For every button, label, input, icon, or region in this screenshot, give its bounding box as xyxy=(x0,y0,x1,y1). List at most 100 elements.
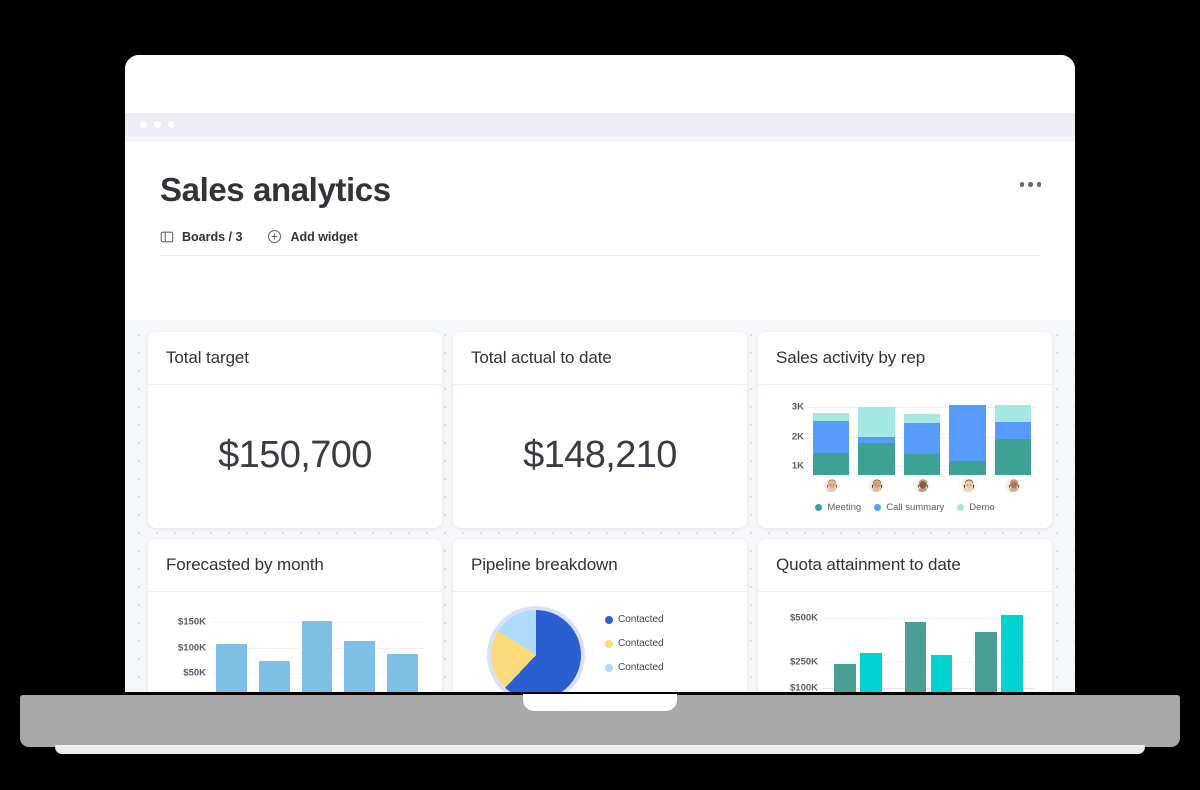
y-axis-tick: $100K xyxy=(178,642,206,654)
widget-total-actual-to-date[interactable]: Total actual to date $148,210 xyxy=(453,332,747,528)
legend-item[interactable]: Contacted xyxy=(605,638,664,649)
pie-graphic xyxy=(487,606,585,692)
more-dot-icon xyxy=(1028,182,1033,187)
stacked-bar[interactable] xyxy=(903,414,941,475)
dashboard-canvas: Total target $150,700 Total actual to da… xyxy=(125,320,1075,692)
subnav: Boards / 3 Add widget xyxy=(160,229,1040,257)
total-target-value: $150,700 xyxy=(218,434,372,476)
more-dot-icon xyxy=(1019,182,1024,187)
subnav-item-add-widget[interactable]: Add widget xyxy=(267,229,358,244)
legend-label: Contacted xyxy=(618,614,664,625)
total-actual-value: $148,210 xyxy=(523,434,677,476)
bar-segment-meeting[interactable] xyxy=(812,452,850,475)
y-axis-labels: $0$50K$100K$150K xyxy=(158,598,206,692)
stacked-bar[interactable] xyxy=(812,412,850,475)
chart-legend: Meeting Call summary Demo xyxy=(768,502,1042,513)
legend-label: Contacted xyxy=(618,662,664,673)
x-axis-avatars xyxy=(808,477,1036,497)
subnav-item-label: Add widget xyxy=(290,229,358,244)
stacked-bar[interactable] xyxy=(858,406,895,475)
avatar[interactable] xyxy=(868,477,885,493)
y-axis-tick: 2K xyxy=(791,431,804,443)
bar[interactable] xyxy=(215,643,247,692)
y-axis-labels: 1K 2K 3K xyxy=(768,391,804,520)
legend-label: Demo xyxy=(969,502,995,513)
widget-total-target[interactable]: Total target $150,700 xyxy=(148,332,442,528)
avatar[interactable] xyxy=(822,477,839,493)
avatar[interactable] xyxy=(1005,477,1022,493)
plot-area xyxy=(823,608,1034,692)
widget-title: Sales activity by rep xyxy=(758,332,1052,385)
window-dot-close-icon[interactable] xyxy=(140,121,147,128)
legend-item[interactable]: Call summary xyxy=(874,502,944,513)
bar[interactable] xyxy=(258,661,290,692)
legend-item[interactable]: Contacted xyxy=(605,614,664,625)
stacked-bar-chart: 1K 2K 3K Meeting Call summary Demo xyxy=(768,391,1042,520)
y-axis-tick: $50K xyxy=(183,667,206,679)
legend-label: Call summary xyxy=(886,502,945,513)
bar[interactable] xyxy=(301,620,333,692)
legend-item[interactable]: Meeting xyxy=(815,502,861,513)
legend-color-dot xyxy=(605,615,613,624)
laptop-screen: Sales analytics Boards / 3 Add widget To… xyxy=(125,55,1075,692)
y-axis-tick: $500K xyxy=(790,612,818,624)
legend-label: Meeting xyxy=(827,502,862,513)
bar-quota[interactable] xyxy=(834,664,857,692)
widget-quota-attainment-to-date[interactable]: Quota attainment to date $100K $250K $500K xyxy=(758,539,1052,692)
legend-item[interactable]: Demo xyxy=(957,502,995,513)
subnav-item-label: Boards / 3 xyxy=(182,229,243,244)
more-options-button[interactable] xyxy=(1014,176,1048,193)
more-dot-icon xyxy=(1036,182,1041,187)
widget-body: Contacted Contacted Contacted xyxy=(453,592,747,692)
bar-segment-demo[interactable] xyxy=(994,404,1032,423)
widget-body: $148,210 xyxy=(453,385,747,528)
y-axis-tick: 1K xyxy=(791,460,804,472)
bar-segment-call-summary[interactable] xyxy=(994,422,1032,440)
laptop-base-lip xyxy=(55,745,1145,754)
bar-segment-call-summary[interactable] xyxy=(949,404,986,461)
widget-title: Forecasted by month xyxy=(148,539,442,592)
bar-segment-demo[interactable] xyxy=(812,412,850,422)
board-icon xyxy=(160,230,174,244)
legend-color-dot xyxy=(957,504,965,511)
bar[interactable] xyxy=(387,654,418,692)
widget-forecasted-by-month[interactable]: Forecasted by month $0$50K$100K$150K xyxy=(148,539,442,692)
bar-segment-demo[interactable] xyxy=(858,406,895,438)
window-dot-minimize-icon[interactable] xyxy=(154,121,161,128)
subnav-item-boards[interactable]: Boards / 3 xyxy=(160,230,242,244)
bar-segment-call-summary[interactable] xyxy=(903,422,941,455)
bar-attainment[interactable] xyxy=(860,653,883,692)
bar-segment-call-summary[interactable] xyxy=(812,421,850,453)
legend-color-dot xyxy=(605,639,613,648)
bar-segment-meeting[interactable] xyxy=(994,439,1032,475)
quota-bar-chart: $100K $250K $500K xyxy=(768,598,1042,692)
stacked-bar[interactable] xyxy=(949,404,986,475)
avatar[interactable] xyxy=(914,477,930,493)
avatar[interactable] xyxy=(959,477,976,493)
widget-body: $150,700 xyxy=(148,385,442,528)
widget-title: Quota attainment to date xyxy=(758,539,1052,592)
widget-sales-activity-by-rep[interactable]: Sales activity by rep 1K 2K 3K Meeting Call… xyxy=(758,332,1052,528)
bar-attainment[interactable] xyxy=(1000,614,1023,692)
legend-color-dot xyxy=(815,504,823,511)
y-axis-tick: 3K xyxy=(791,401,804,413)
window-dot-maximize-icon[interactable] xyxy=(168,121,175,128)
bar-attainment[interactable] xyxy=(930,654,953,692)
bar[interactable] xyxy=(344,641,376,692)
plot-area xyxy=(210,612,424,692)
bar-quota[interactable] xyxy=(904,621,927,692)
stacked-bar[interactable] xyxy=(994,404,1032,475)
bar-segment-meeting[interactable] xyxy=(858,443,895,475)
bar-segment-meeting[interactable] xyxy=(903,454,941,475)
bar-quota[interactable] xyxy=(974,632,997,692)
bar-segment-demo[interactable] xyxy=(903,414,941,423)
bar-segment-meeting[interactable] xyxy=(949,460,986,475)
y-axis-labels: $100K $250K $500K xyxy=(768,598,818,692)
browser-window-controls xyxy=(125,113,1075,136)
pie-slices[interactable] xyxy=(491,610,581,692)
plot-area xyxy=(808,401,1036,475)
app-header: Sales analytics Boards / 3 Add widget xyxy=(125,142,1075,257)
pie-chart: Contacted Contacted Contacted xyxy=(463,598,737,692)
legend-item[interactable]: Contacted xyxy=(605,662,664,673)
widget-pipeline-breakdown[interactable]: Pipeline breakdown Contacted Contacted Con… xyxy=(453,539,747,692)
